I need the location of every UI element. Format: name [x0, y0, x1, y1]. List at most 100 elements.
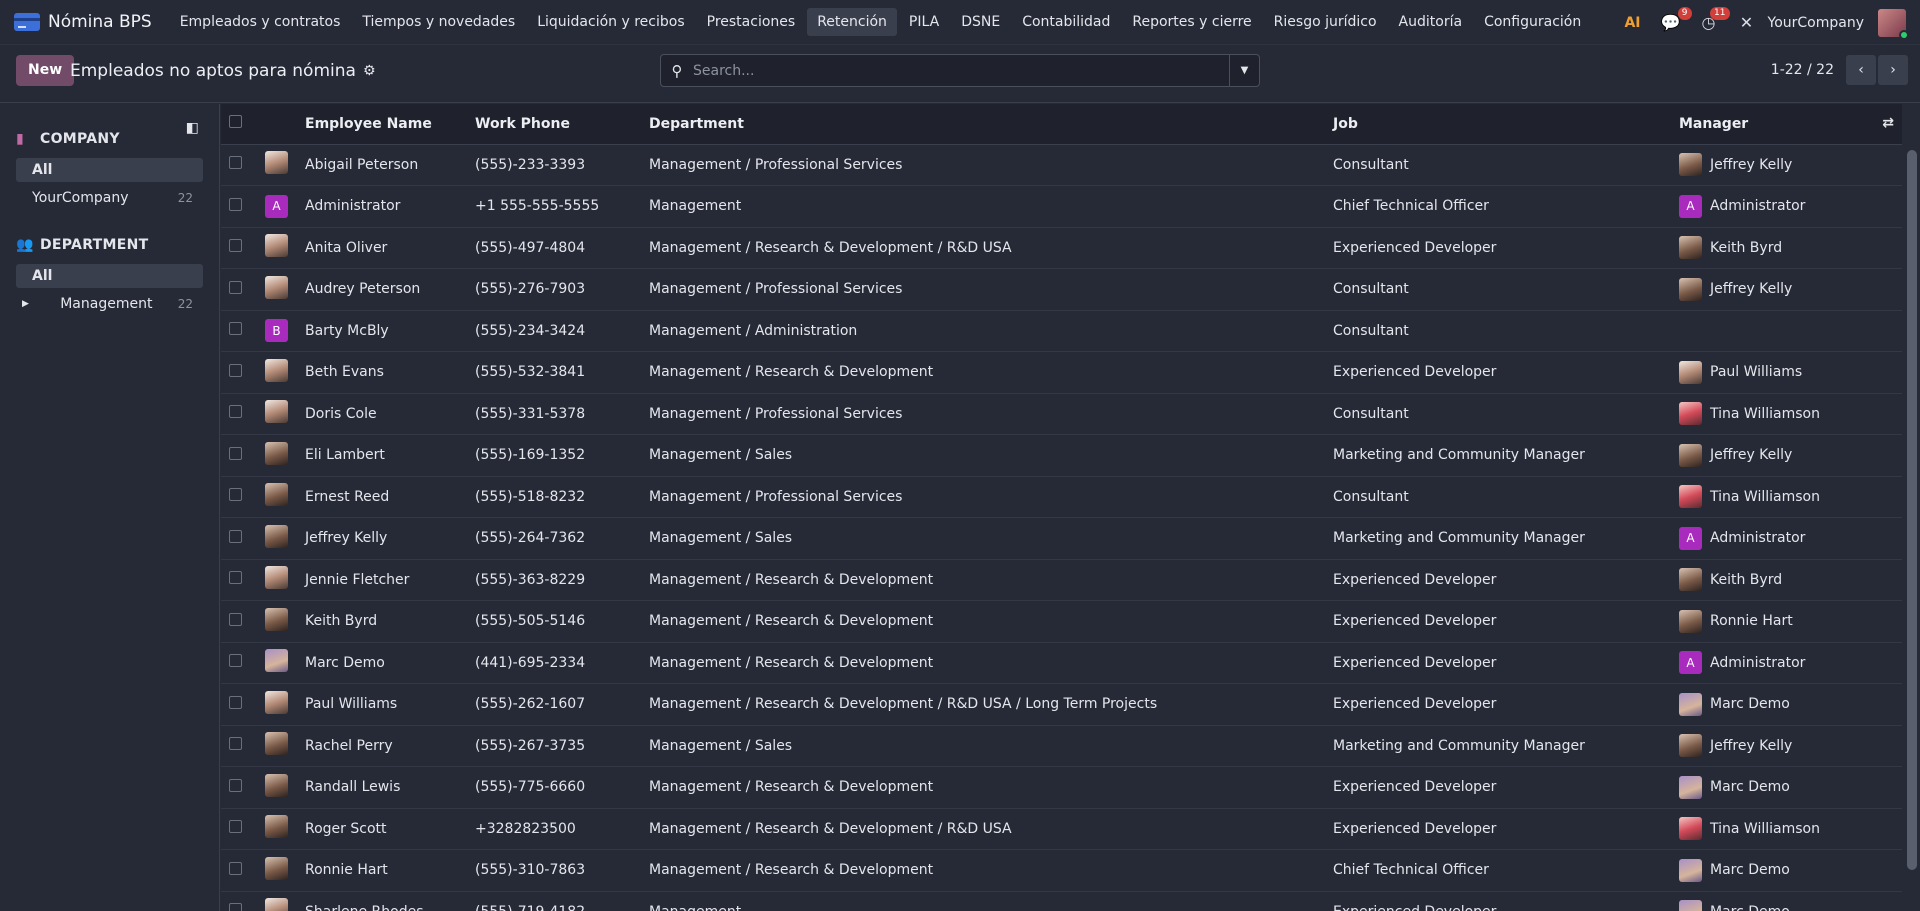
row-checkbox-box[interactable] — [229, 239, 242, 253]
row-checkbox-box[interactable] — [229, 778, 242, 792]
table-row[interactable]: Paul Williams (555)-262-1607 Management / … — [221, 683, 1902, 726]
row-checkbox[interactable] — [221, 559, 257, 601]
manager-badge[interactable]: Marc Demo — [1679, 900, 1894, 911]
manager-badge[interactable]: Keith Byrd — [1679, 568, 1894, 592]
chevron-left-icon[interactable]: ‹ — [1846, 55, 1876, 85]
row-checkbox-box[interactable] — [229, 156, 242, 170]
row-checkbox-box[interactable] — [229, 571, 242, 585]
manager-badge[interactable]: Marc Demo — [1679, 775, 1894, 799]
row-checkbox-box[interactable] — [229, 446, 242, 460]
menu-item-pila[interactable]: PILA — [899, 8, 949, 36]
menu-item-retención[interactable]: Retención — [807, 8, 897, 36]
table-row[interactable]: Doris Cole (555)-331-5378 Management / Pro… — [221, 393, 1902, 435]
table-row[interactable]: Eli Lambert (555)-169-1352 Management / Sa… — [221, 434, 1902, 477]
manager-badge[interactable]: Tina Williamson — [1679, 402, 1894, 426]
manager-badge[interactable]: Keith Byrd — [1679, 236, 1894, 260]
row-checkbox[interactable] — [221, 766, 257, 809]
manager-badge[interactable]: Paul Williams — [1679, 360, 1894, 384]
row-checkbox-box[interactable] — [229, 363, 242, 377]
app-brand[interactable]: Nómina BPS — [14, 12, 152, 32]
manager-badge[interactable]: A Administrator — [1679, 194, 1894, 218]
row-checkbox-box[interactable] — [229, 861, 242, 875]
row-checkbox[interactable] — [221, 185, 257, 228]
table-row[interactable]: Ronnie Hart (555)-310-7863 Management / Re… — [221, 849, 1902, 892]
user-avatar[interactable] — [1878, 8, 1909, 40]
search-input[interactable] — [693, 62, 1229, 79]
column-header-work-phone[interactable]: Work Phone — [467, 104, 641, 145]
manager-badge[interactable]: Marc Demo — [1679, 858, 1894, 882]
menu-item-empleados-y-contratos[interactable]: Empleados y contratos — [170, 8, 351, 36]
table-row[interactable]: Randall Lewis (555)-775-6660 Management / … — [221, 766, 1902, 809]
manager-badge[interactable]: Marc Demo — [1679, 692, 1894, 716]
row-checkbox[interactable] — [221, 517, 257, 560]
table-row[interactable]: Marc Demo (441)-695-2334 Management / Rese… — [221, 642, 1902, 684]
row-checkbox[interactable] — [221, 849, 257, 892]
manager-badge[interactable]: Tina Williamson — [1679, 485, 1894, 509]
company-switcher[interactable]: YourCompany — [1768, 15, 1865, 31]
row-checkbox[interactable] — [221, 393, 257, 435]
messages-icon[interactable]: 💬 9 — [1660, 6, 1692, 34]
pager-value[interactable]: 1-22 / 22 — [1771, 62, 1834, 78]
table-row[interactable]: Jeffrey Kelly (555)-264-7362 Management / … — [221, 517, 1902, 560]
manager-badge[interactable]: Jeffrey Kelly — [1679, 277, 1894, 301]
column-header-manager[interactable]: Manager — [1679, 116, 1748, 132]
row-checkbox[interactable] — [221, 683, 257, 726]
row-checkbox-box[interactable] — [229, 695, 242, 709]
row-checkbox[interactable] — [221, 434, 257, 477]
manager-badge[interactable]: A Administrator — [1679, 651, 1894, 675]
row-checkbox[interactable] — [221, 476, 257, 518]
row-checkbox[interactable] — [221, 891, 257, 911]
column-header-employee-name[interactable]: Employee Name — [297, 104, 467, 145]
scrollbar[interactable] — [1907, 150, 1917, 870]
row-checkbox[interactable] — [221, 351, 257, 394]
manager-badge[interactable]: A Administrator — [1679, 526, 1894, 550]
caret-right-icon[interactable]: ▶ — [22, 299, 29, 309]
row-checkbox-box[interactable] — [229, 405, 242, 419]
table-row[interactable]: Roger Scott +3282823500 Management / Resea… — [221, 808, 1902, 850]
ai-icon[interactable]: AI — [1622, 12, 1644, 34]
menu-item-configuración[interactable]: Configuración — [1474, 8, 1591, 36]
row-checkbox[interactable] — [221, 725, 257, 767]
table-row[interactable]: Anita Oliver (555)-497-4804 Management / R… — [221, 227, 1902, 269]
sidebar-toggle-icon[interactable]: ◧ — [186, 120, 199, 136]
chevron-down-icon[interactable]: ▼ — [1229, 55, 1259, 86]
menu-item-riesgo-jurídico[interactable]: Riesgo jurídico — [1264, 8, 1387, 36]
manager-badge[interactable]: Jeffrey Kelly — [1679, 153, 1894, 177]
row-checkbox[interactable] — [221, 227, 257, 269]
gear-icon[interactable]: ⚙ — [363, 63, 376, 79]
menu-item-prestaciones[interactable]: Prestaciones — [697, 8, 806, 36]
table-row[interactable]: A Administrator +1 555-555-5555 Management C… — [221, 185, 1902, 228]
table-row[interactable]: Sharlene Rhodes(555)-719-4182ManagementE… — [221, 891, 1902, 911]
menu-item-reportes-y-cierre[interactable]: Reportes y cierre — [1122, 8, 1261, 36]
row-checkbox[interactable] — [221, 808, 257, 850]
row-checkbox-box[interactable] — [229, 322, 242, 336]
tools-icon[interactable]: ✕ — [1736, 12, 1758, 34]
table-row[interactable]: Jennie Fletcher (555)-363-8229 Management … — [221, 559, 1902, 601]
table-row[interactable]: Ernest Reed (555)-518-8232 Management / Pr… — [221, 476, 1902, 518]
activities-clock-icon[interactable]: ◷ 11 — [1698, 6, 1730, 34]
row-checkbox[interactable] — [221, 310, 257, 352]
select-all-checkbox[interactable] — [221, 104, 257, 145]
row-checkbox[interactable] — [221, 642, 257, 684]
column-header-department[interactable]: Department — [641, 104, 1325, 145]
optional-columns-icon[interactable]: ⇄ — [1882, 115, 1894, 131]
menu-item-dsne[interactable]: DSNE — [951, 8, 1010, 36]
row-checkbox-box[interactable] — [229, 529, 242, 543]
row-checkbox-box[interactable] — [229, 488, 242, 502]
menu-item-auditoría[interactable]: Auditoría — [1389, 8, 1473, 36]
new-button[interactable]: New — [16, 55, 75, 86]
table-row[interactable]: Rachel Perry (555)-267-3735 Management / S… — [221, 725, 1902, 767]
manager-badge[interactable]: Jeffrey Kelly — [1679, 443, 1894, 467]
table-row[interactable]: Audrey Peterson (555)-276-7903 Management … — [221, 268, 1902, 311]
row-checkbox-box[interactable] — [229, 197, 242, 211]
department-filter-item[interactable]: All — [16, 264, 203, 288]
table-row[interactable]: Beth Evans (555)-532-3841 Management / Res… — [221, 351, 1902, 394]
column-header-job[interactable]: Job — [1325, 104, 1671, 145]
row-checkbox-box[interactable] — [229, 903, 242, 911]
company-filter-item[interactable]: All — [16, 158, 203, 182]
row-checkbox-box[interactable] — [229, 654, 242, 668]
menu-item-contabilidad[interactable]: Contabilidad — [1012, 8, 1120, 36]
manager-badge[interactable]: Tina Williamson — [1679, 817, 1894, 841]
row-checkbox-box[interactable] — [229, 820, 242, 834]
chevron-right-icon[interactable]: › — [1878, 55, 1908, 85]
